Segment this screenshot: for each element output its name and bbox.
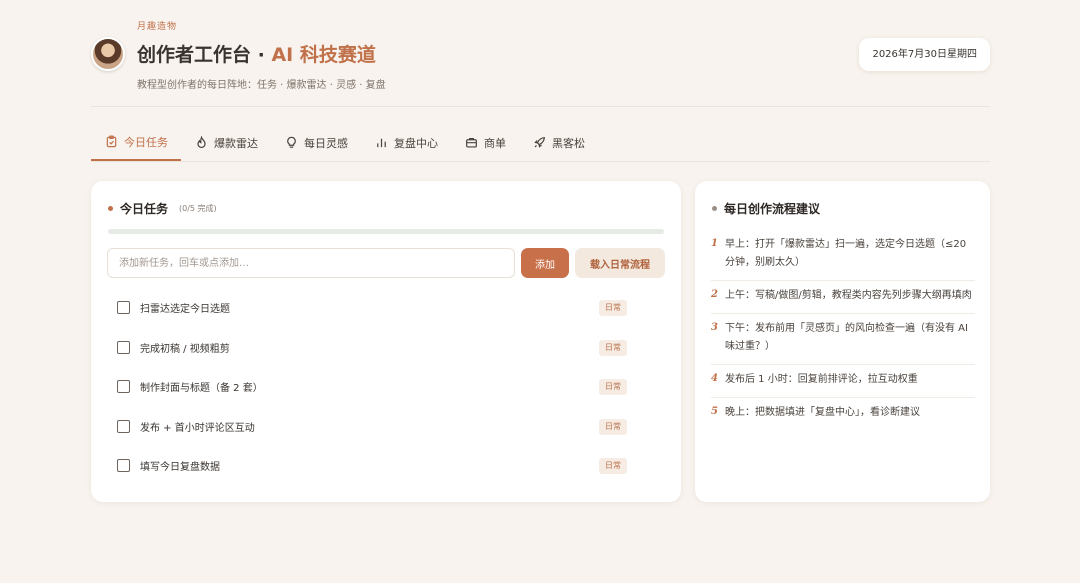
task-item: 填写今日复盘数据 日常 [117, 446, 627, 486]
card-header: 每日创作流程建议 [712, 200, 820, 217]
tab-label: 爆款雷达 [214, 136, 258, 150]
step-text: 晚上：把数据填进「复盘中心」，看诊断建议 [725, 407, 920, 418]
progress-bar [108, 229, 664, 234]
avatar[interactable] [91, 37, 125, 71]
flow-step: 4 发布后 1 小时：回复前排评论，拉互动权重 [711, 365, 975, 398]
step-text: 上午：写稿/做图/剪辑，教程类内容先列步骤大纲再填肉 [725, 290, 972, 301]
completion-count: (0/5 完成) [179, 204, 217, 213]
task-tag: 日常 [599, 418, 627, 435]
card-title: 每日创作流程建议 [724, 202, 821, 216]
task-tag: 日常 [599, 379, 627, 395]
task-text: 制作封面与标题（备 2 套） [140, 383, 263, 395]
page-title-main: 创作者工作台 · [137, 44, 272, 66]
date-badge: 2026年7月30日星期四 [859, 38, 990, 71]
tab-label: 今日任务 [124, 135, 168, 149]
task-text: 发布 + 首小时评论区互动 [140, 422, 255, 434]
flow-step: 1 早上：打开「爆款雷达」扫一遍，选定今日选题（≤20 分钟，别刷太久） [711, 230, 975, 281]
add-task-button[interactable]: 添加 [521, 248, 569, 278]
flow-list: 1 早上：打开「爆款雷达」扫一遍，选定今日选题（≤20 分钟，别刷太久） 2 上… [711, 230, 975, 430]
clipboard-icon [104, 135, 118, 149]
task-tag: 日常 [599, 458, 627, 474]
tab-review-center[interactable]: 复盘中心 [361, 124, 451, 161]
task-list: 扫雷达选定今日选题 日常 完成初稿 / 视频粗剪 日常 制作封面与标题（备 2 … [117, 288, 627, 486]
task-item: 扫雷达选定今日选题 日常 [117, 288, 627, 328]
briefcase-icon [464, 136, 478, 150]
step-number: 2 [711, 289, 718, 300]
tab-hot-radar[interactable]: 爆款雷达 [181, 124, 271, 161]
tab-label: 每日灵感 [304, 136, 348, 150]
tabs-divider [91, 161, 990, 162]
step-number: 1 [711, 238, 718, 249]
task-item: 制作封面与标题（备 2 套） 日常 [117, 367, 627, 407]
flow-step: 2 上午：写稿/做图/剪辑，教程类内容先列步骤大纲再填肉 [711, 281, 975, 314]
rocket-icon [532, 136, 546, 150]
tab-label: 复盘中心 [394, 136, 438, 150]
bullet-dot [712, 206, 717, 211]
step-number: 4 [711, 373, 718, 384]
bullet-dot [108, 206, 113, 211]
task-tag: 日常 [599, 300, 627, 316]
task-text: 扫雷达选定今日选题 [140, 304, 230, 316]
card-header: 今日任务 (0/5 完成) [108, 200, 217, 217]
page-title: 创作者工作台 · AI 科技赛道 [137, 40, 376, 67]
step-text: 早上：打开「爆款雷达」扫一遍，选定今日选题（≤20 分钟，别刷太久） [725, 239, 967, 268]
header-divider [91, 106, 990, 107]
page-subtitle: 教程型创作者的每日阵地：任务 · 爆款雷达 · 灵感 · 复盘 [137, 80, 386, 91]
tab-today-tasks[interactable]: 今日任务 [91, 124, 181, 161]
step-number: 3 [711, 322, 718, 333]
tab-bar: 今日任务 爆款雷达 每日灵感 复盘中心 商单 黑客松 [91, 124, 598, 162]
load-daily-flow-button[interactable]: 载入日常流程 [575, 248, 665, 278]
brand-tag: 月趣造物 [137, 22, 178, 32]
task-text: 完成初稿 / 视频粗剪 [140, 343, 230, 355]
task-checkbox[interactable] [117, 380, 130, 394]
task-checkbox[interactable] [117, 419, 130, 433]
flame-icon [194, 136, 208, 150]
tab-daily-inspiration[interactable]: 每日灵感 [271, 124, 361, 161]
tab-label: 商单 [484, 136, 506, 150]
task-checkbox[interactable] [117, 340, 130, 354]
task-tag: 日常 [599, 339, 627, 356]
task-text: 填写今日复盘数据 [140, 462, 220, 474]
tab-business-orders[interactable]: 商单 [451, 124, 519, 161]
tab-hackathon[interactable]: 黑客松 [519, 124, 598, 161]
task-checkbox[interactable] [117, 301, 130, 315]
new-task-input[interactable] [107, 248, 515, 278]
card-title: 今日任务 [120, 202, 169, 216]
step-text: 下午：发布前用「灵感页」的风向检查一遍（有没有 AI 味过重？） [725, 323, 968, 352]
step-number: 5 [711, 406, 718, 417]
flow-step: 5 晚上：把数据填进「复盘中心」，看诊断建议 [711, 398, 975, 430]
bar-chart-icon [374, 136, 388, 150]
page-title-accent: AI 科技赛道 [271, 44, 376, 66]
tab-label: 黑客松 [552, 136, 585, 150]
today-tasks-card: 今日任务 (0/5 完成) 添加 载入日常流程 扫雷达选定今日选题 日常 完成初… [91, 181, 681, 502]
flow-step: 3 下午：发布前用「灵感页」的风向检查一遍（有没有 AI 味过重？） [711, 314, 975, 365]
lightbulb-icon [284, 136, 298, 150]
task-checkbox[interactable] [117, 459, 130, 473]
task-item: 完成初稿 / 视频粗剪 日常 [117, 328, 627, 368]
daily-flow-card: 每日创作流程建议 1 早上：打开「爆款雷达」扫一遍，选定今日选题（≤20 分钟，… [695, 181, 990, 502]
step-text: 发布后 1 小时：回复前排评论，拉互动权重 [725, 374, 918, 385]
task-item: 发布 + 首小时评论区互动 日常 [117, 407, 627, 447]
